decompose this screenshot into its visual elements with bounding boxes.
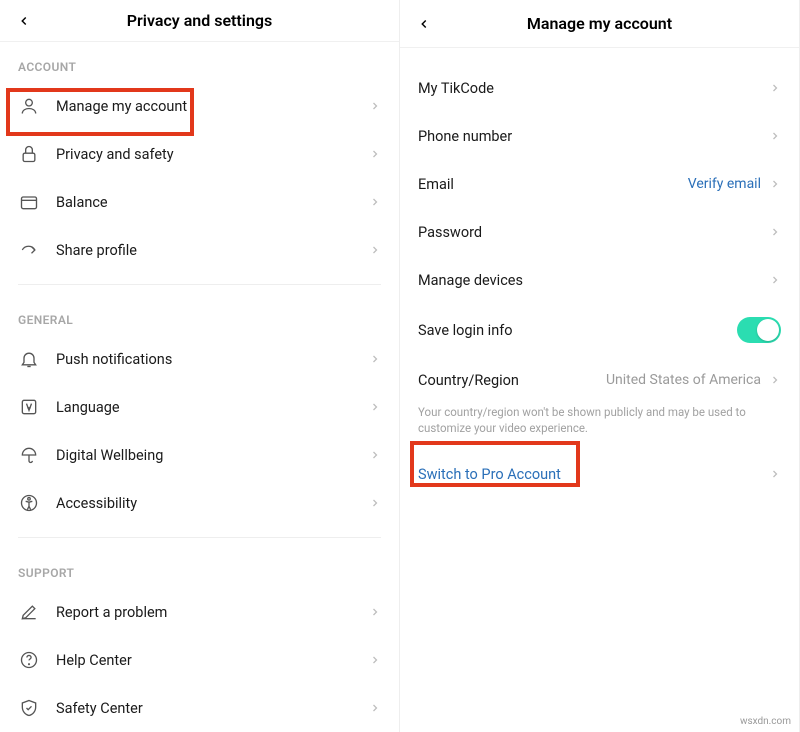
row-label: Safety Center	[56, 700, 369, 717]
umbrella-icon	[18, 444, 40, 466]
person-icon	[18, 95, 40, 117]
chevron-left-icon	[417, 17, 431, 31]
chevron-right-icon	[369, 241, 381, 260]
row-phone-number[interactable]: Phone number	[400, 112, 799, 160]
country-value: United States of America	[606, 372, 761, 388]
row-label: Accessibility	[56, 495, 369, 512]
row-manage-account[interactable]: Manage my account	[0, 82, 399, 130]
chevron-right-icon	[369, 699, 381, 718]
share-icon	[18, 239, 40, 261]
row-save-login-info[interactable]: Save login info	[400, 304, 799, 356]
back-button[interactable]	[14, 11, 34, 31]
chevron-right-icon	[769, 127, 781, 146]
row-share-profile[interactable]: Share profile	[0, 226, 399, 274]
row-label: Help Center	[56, 652, 369, 669]
account-panel: Manage my account My TikCode Phone numbe…	[400, 0, 800, 732]
chevron-right-icon	[369, 193, 381, 212]
row-language[interactable]: Language	[0, 383, 399, 431]
page-title: Privacy and settings	[127, 11, 272, 30]
pencil-icon	[18, 601, 40, 623]
chevron-right-icon	[369, 350, 381, 369]
row-label: My TikCode	[418, 80, 769, 97]
bell-icon	[18, 348, 40, 370]
row-label: Manage my account	[56, 98, 369, 115]
row-push-notifications[interactable]: Push notifications	[0, 335, 399, 383]
settings-panel: Privacy and settings ACCOUNT Manage my a…	[0, 0, 400, 732]
help-icon	[18, 649, 40, 671]
row-label: Password	[418, 224, 769, 241]
region-hint: Your country/region won't be shown publi…	[400, 404, 799, 450]
chevron-right-icon	[769, 371, 781, 390]
row-email[interactable]: Email Verify email	[400, 160, 799, 208]
row-digital-wellbeing[interactable]: Digital Wellbeing	[0, 431, 399, 479]
attribution: wsxdn.com	[737, 715, 794, 728]
lock-icon	[18, 143, 40, 165]
chevron-right-icon	[769, 79, 781, 98]
row-balance[interactable]: Balance	[0, 178, 399, 226]
section-label-account: ACCOUNT	[0, 42, 399, 82]
chevron-right-icon	[769, 271, 781, 290]
row-label: Report a problem	[56, 604, 369, 621]
switch-pro-label: Switch to Pro Account	[418, 466, 769, 483]
row-help-center[interactable]: Help Center	[0, 636, 399, 684]
verify-email-link[interactable]: Verify email	[688, 176, 761, 192]
row-label: Digital Wellbeing	[56, 447, 369, 464]
row-label: Phone number	[418, 128, 769, 145]
row-label: Share profile	[56, 242, 369, 259]
row-safety-center[interactable]: Safety Center	[0, 684, 399, 732]
chevron-right-icon	[769, 175, 781, 194]
wallet-icon	[18, 191, 40, 213]
chevron-right-icon	[769, 465, 781, 484]
row-tikcode[interactable]: My TikCode	[400, 64, 799, 112]
row-switch-pro[interactable]: Switch to Pro Account	[400, 450, 799, 498]
row-country-region[interactable]: Country/Region United States of America	[400, 356, 799, 404]
header: Privacy and settings	[0, 0, 399, 42]
row-password[interactable]: Password	[400, 208, 799, 256]
chevron-left-icon	[17, 14, 31, 28]
row-label: Email	[418, 176, 688, 193]
row-label: Push notifications	[56, 351, 369, 368]
row-manage-devices[interactable]: Manage devices	[400, 256, 799, 304]
section-label-support: SUPPORT	[0, 548, 399, 588]
divider	[18, 284, 381, 285]
row-label: Country/Region	[418, 372, 606, 389]
language-icon	[18, 396, 40, 418]
row-label: Privacy and safety	[56, 146, 369, 163]
divider	[18, 537, 381, 538]
chevron-right-icon	[369, 603, 381, 622]
row-accessibility[interactable]: Accessibility	[0, 479, 399, 527]
toggle-knob	[757, 319, 779, 341]
row-label: Save login info	[418, 322, 737, 339]
section-label-general: GENERAL	[0, 295, 399, 335]
save-login-toggle[interactable]	[737, 317, 781, 343]
chevron-right-icon	[369, 97, 381, 116]
row-label: Manage devices	[418, 272, 769, 289]
chevron-right-icon	[369, 398, 381, 417]
chevron-right-icon	[369, 651, 381, 670]
back-button[interactable]	[414, 14, 434, 34]
header: Manage my account	[400, 0, 799, 48]
row-privacy-safety[interactable]: Privacy and safety	[0, 130, 399, 178]
row-label: Language	[56, 399, 369, 416]
chevron-right-icon	[369, 145, 381, 164]
page-title: Manage my account	[527, 14, 672, 33]
chevron-right-icon	[769, 223, 781, 242]
accessibility-icon	[18, 492, 40, 514]
row-report-problem[interactable]: Report a problem	[0, 588, 399, 636]
chevron-right-icon	[369, 494, 381, 513]
chevron-right-icon	[369, 446, 381, 465]
row-label: Balance	[56, 194, 369, 211]
shield-icon	[18, 697, 40, 719]
